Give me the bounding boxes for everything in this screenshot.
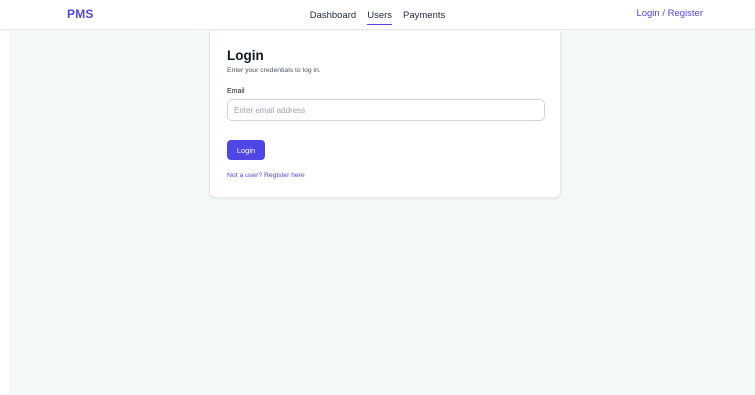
register-link[interactable]: Not a user? Register here (227, 172, 305, 179)
brand-logo[interactable]: PMS (67, 7, 94, 21)
nav-link-payments[interactable]: Payments (403, 6, 445, 25)
nav-link-dashboard[interactable]: Dashboard (310, 6, 356, 25)
login-subtitle: Enter your credentials to log in. (227, 67, 321, 74)
nav-items: Dashboard Users Payments (310, 6, 445, 25)
login-card: Login Enter your credentials to log in. … (209, 31, 561, 198)
email-label: Email (227, 88, 245, 95)
nav-link-users[interactable]: Users (367, 6, 393, 25)
email-input[interactable] (227, 99, 545, 121)
login-button[interactable]: Login (227, 140, 265, 160)
top-navigation-bar: PMS Dashboard Users Payments Login / Reg… (0, 0, 755, 30)
login-register-link[interactable]: Login / Register (636, 8, 703, 19)
login-title: Login (227, 48, 264, 63)
